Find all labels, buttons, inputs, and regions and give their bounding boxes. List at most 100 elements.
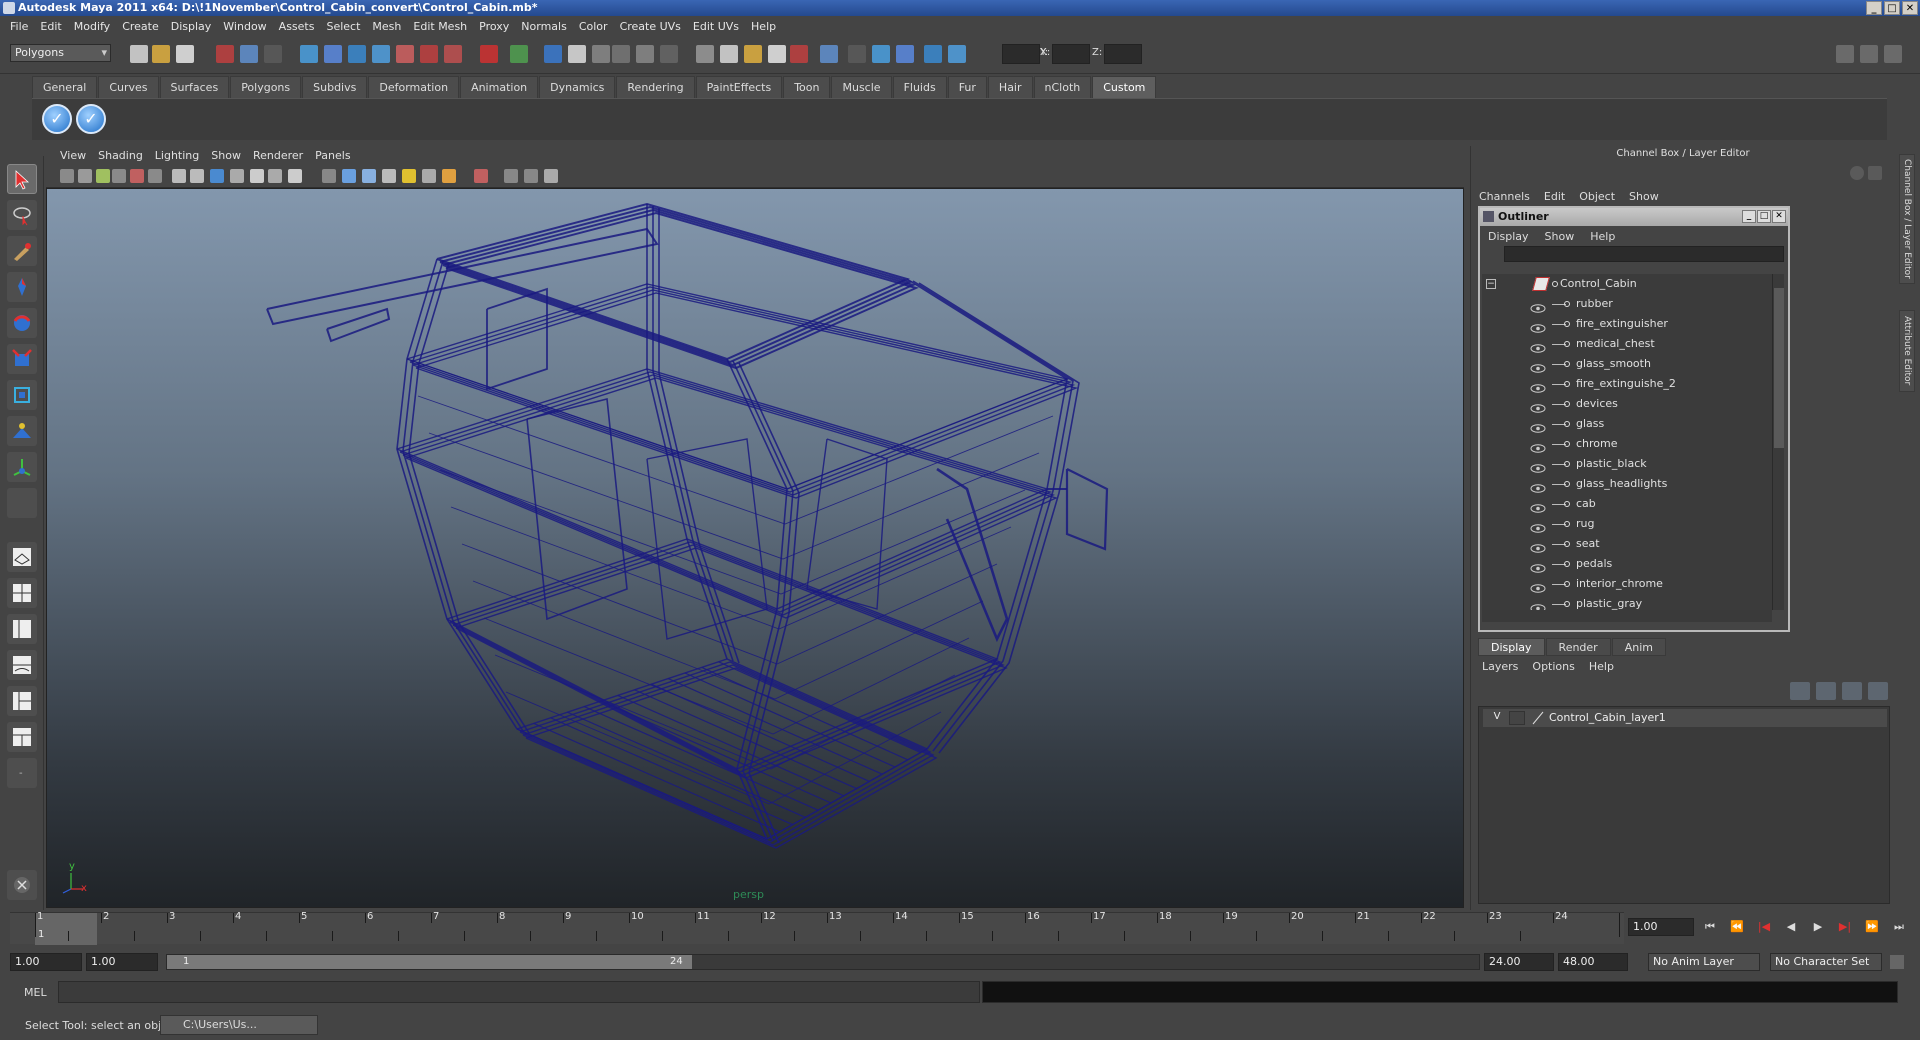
status-tool-icon-19[interactable] <box>612 45 630 63</box>
layout-more-icon[interactable]: - <box>7 758 37 788</box>
outliner-row[interactable]: fire_extinguisher <box>1482 314 1772 334</box>
layer-visibility-toggle[interactable]: V <box>1489 711 1505 725</box>
minimized-window-button[interactable]: C:\Users\Us... <box>160 1015 318 1035</box>
hypershade-layout-icon[interactable] <box>7 686 37 716</box>
menu-display[interactable]: Display <box>165 20 218 33</box>
outliner-maximize-icon[interactable]: □ <box>1757 210 1771 223</box>
layer-menu-help[interactable]: Help <box>1589 660 1614 673</box>
status-tool-icon-21[interactable] <box>660 45 678 63</box>
play-backwards-icon[interactable]: ◀ <box>1781 920 1801 934</box>
channel-box-menu-show[interactable]: Show <box>1629 190 1659 203</box>
layer-menu-options[interactable]: Options <box>1532 660 1574 673</box>
layer-playback-toggle[interactable] <box>1509 711 1525 725</box>
panel-tool-icon-15[interactable] <box>342 169 356 183</box>
panel-tool-icon-16[interactable] <box>362 169 376 183</box>
status-tool-icon-9[interactable] <box>348 45 366 63</box>
outliner-row[interactable]: fire_extinguishe_2 <box>1482 374 1772 394</box>
panel-menu-show[interactable]: Show <box>205 149 247 162</box>
shelf-tab-muscle[interactable]: Muscle <box>831 76 892 98</box>
panel-tool-icon-23[interactable] <box>524 169 538 183</box>
panel-tool-icon-6[interactable] <box>148 169 162 183</box>
panel-tool-icon-21[interactable] <box>474 169 488 183</box>
panel-menu-panels[interactable]: Panels <box>309 149 356 162</box>
range-slider-handle[interactable] <box>167 955 692 969</box>
panel-toggle-icon-3[interactable] <box>1884 45 1902 63</box>
panel-toggle-icon-1[interactable] <box>1836 45 1854 63</box>
command-input[interactable] <box>58 981 980 1003</box>
outliner-minimize-icon[interactable]: _ <box>1742 210 1756 223</box>
close-icon[interactable]: ✕ <box>1902 1 1918 15</box>
outliner-menu-help[interactable]: Help <box>1590 230 1615 243</box>
status-tool-icon-6[interactable] <box>264 45 282 63</box>
shelf-tab-curves[interactable]: Curves <box>98 76 159 98</box>
panel-tool-icon-13[interactable] <box>288 169 302 183</box>
panel-tool-icon-18[interactable] <box>402 169 416 183</box>
panel-menu-view[interactable]: View <box>54 149 92 162</box>
outliner-row[interactable]: pedals <box>1482 554 1772 574</box>
menu-color[interactable]: Color <box>573 20 614 33</box>
move-layer-up-icon[interactable] <box>1790 682 1810 700</box>
status-tool-icon-16[interactable] <box>544 45 562 63</box>
outliner-row[interactable]: rug <box>1482 514 1772 534</box>
panel-tool-icon-10[interactable] <box>230 169 244 183</box>
channel-box-menu-object[interactable]: Object <box>1579 190 1615 203</box>
status-tool-icon-18[interactable] <box>592 45 610 63</box>
current-time-field[interactable]: 1.00 <box>1628 918 1694 936</box>
menu-edit-uvs[interactable]: Edit UVs <box>687 20 745 33</box>
panel-toggle-icon-2[interactable] <box>1860 45 1878 63</box>
channel-box-pin-icon[interactable] <box>1868 166 1882 180</box>
status-tool-icon-32[interactable] <box>948 45 966 63</box>
shelf-tab-ncloth[interactable]: nCloth <box>1033 76 1092 98</box>
create-layer-from-selected-icon[interactable] <box>1868 682 1888 700</box>
outliner-row[interactable]: seat <box>1482 534 1772 554</box>
outliner-row[interactable]: medical_chest <box>1482 334 1772 354</box>
menu-help[interactable]: Help <box>745 20 782 33</box>
menu-set-dropdown[interactable]: Polygons <box>10 44 111 62</box>
menu-edit-mesh[interactable]: Edit Mesh <box>407 20 473 33</box>
perspective-viewport[interactable]: y x persp <box>46 188 1464 908</box>
outliner-close-icon[interactable]: ✕ <box>1772 210 1786 223</box>
universal-manipulator-icon[interactable] <box>7 380 37 410</box>
menu-mesh[interactable]: Mesh <box>366 20 407 33</box>
anim-layer-dropdown[interactable]: No Anim Layer <box>1648 953 1760 971</box>
menu-create[interactable]: Create <box>116 20 165 33</box>
step-forward-key-icon[interactable]: ▶| <box>1835 920 1855 934</box>
outliner-row-root[interactable]: − Control_Cabin <box>1482 274 1772 294</box>
panel-tool-icon-19[interactable] <box>422 169 436 183</box>
lasso-tool-icon[interactable] <box>7 200 37 230</box>
status-tool-icon-28[interactable] <box>848 45 866 63</box>
persp-graph-hypergraph-layout-icon[interactable] <box>7 722 37 752</box>
status-tool-icon-20[interactable] <box>636 45 654 63</box>
side-tab-channel-box[interactable]: Channel Box / Layer Editor <box>1899 154 1915 284</box>
status-tool-icon-13[interactable] <box>444 45 462 63</box>
outliner-menu-display[interactable]: Display <box>1488 230 1529 243</box>
status-tool-icon-5[interactable] <box>240 45 258 63</box>
status-tool-icon-17[interactable] <box>568 45 586 63</box>
panel-tool-icon-11[interactable] <box>250 169 264 183</box>
panel-tool-icon-17[interactable] <box>382 169 396 183</box>
panel-tool-icon-5[interactable] <box>130 169 144 183</box>
panel-tool-icon-9[interactable] <box>210 169 224 183</box>
status-tool-icon-27[interactable] <box>820 45 838 63</box>
status-tool-icon-26[interactable] <box>790 45 808 63</box>
shelf-tab-custom[interactable]: Custom <box>1092 76 1157 98</box>
range-slider-track[interactable]: 1 24 <box>166 954 1480 970</box>
status-tool-icon-4[interactable] <box>216 45 234 63</box>
playback-end-field[interactable]: 24.00 <box>1484 953 1554 971</box>
status-tool-icon-2[interactable] <box>152 45 170 63</box>
menu-window[interactable]: Window <box>217 20 272 33</box>
outliner-row[interactable]: glass_headlights <box>1482 474 1772 494</box>
show-manipulator-icon[interactable] <box>7 452 37 482</box>
shelf-tab-toon[interactable]: Toon <box>783 76 831 98</box>
outliner-menu-show[interactable]: Show <box>1545 230 1575 243</box>
quick-layout-icon[interactable] <box>7 870 37 900</box>
status-tool-icon-29[interactable] <box>872 45 890 63</box>
last-tool-used-icon[interactable] <box>7 488 37 518</box>
panel-tool-icon-22[interactable] <box>504 169 518 183</box>
time-slider[interactable]: 1 1 2 3 4 5 6 7 8 9 10 11 12 13 14 15 16 17 18 19 20 21 22 23 2… <box>10 911 1624 945</box>
shelf-tab-subdivs[interactable]: Subdivs <box>302 76 368 98</box>
panel-menu-shading[interactable]: Shading <box>92 149 149 162</box>
shelf-tab-polygons[interactable]: Polygons <box>230 76 302 98</box>
panel-tool-icon-1[interactable] <box>60 169 74 183</box>
select-tool-icon[interactable] <box>7 164 37 194</box>
